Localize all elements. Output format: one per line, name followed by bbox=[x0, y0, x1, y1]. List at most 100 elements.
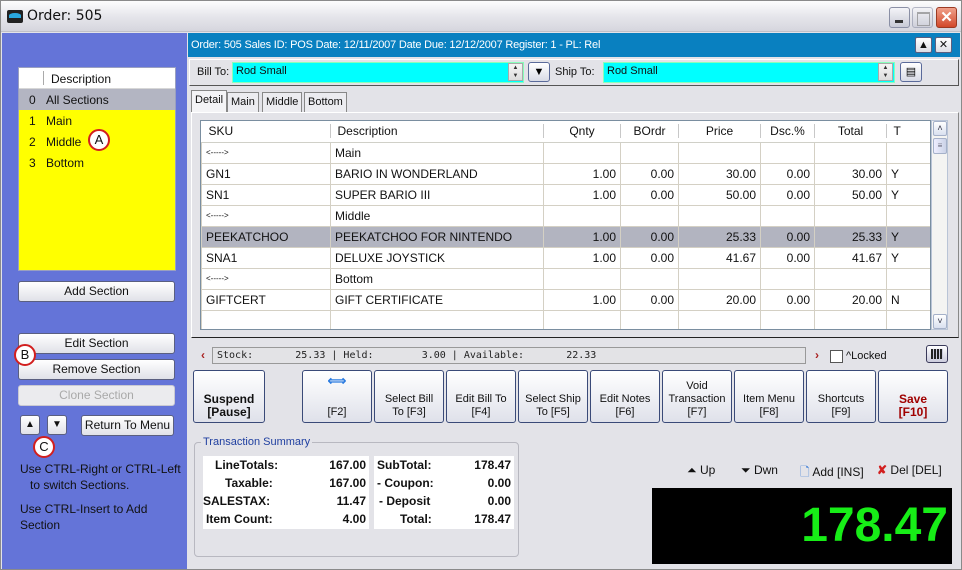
column-header-description[interactable]: Description bbox=[330, 121, 544, 143]
bill-to-field[interactable]: Rod Small bbox=[232, 62, 524, 83]
move-section-up-button[interactable]: ▲ bbox=[20, 415, 40, 435]
cell-discount[interactable]: 0.00 bbox=[760, 225, 815, 248]
cell-description[interactable]: GIFT CERTIFICATE bbox=[330, 288, 544, 311]
cell-discount[interactable]: 0.00 bbox=[760, 162, 815, 185]
cell-bordr[interactable] bbox=[620, 267, 679, 290]
cell-qnty[interactable]: 1.00 bbox=[543, 162, 621, 185]
cell-discount[interactable] bbox=[760, 204, 815, 227]
cell-total[interactable]: 41.67 bbox=[814, 246, 887, 269]
cell-qnty[interactable] bbox=[543, 204, 621, 227]
cell-sku[interactable]: PEEKATCHOO bbox=[201, 225, 331, 248]
select-ship-to-button[interactable]: Select Ship To [F5] bbox=[518, 370, 588, 423]
cell-price[interactable]: 20.00 bbox=[678, 288, 761, 311]
add-section-button[interactable]: Add Section bbox=[18, 281, 175, 302]
cell-discount[interactable] bbox=[760, 309, 815, 329]
cell-discount[interactable] bbox=[760, 267, 815, 290]
section-item-all[interactable]: 0 All Sections bbox=[19, 89, 175, 110]
cell-sku[interactable] bbox=[201, 309, 331, 329]
cell-description[interactable]: BARIO IN WONDERLAND bbox=[330, 162, 544, 185]
cell-description[interactable] bbox=[330, 309, 544, 329]
cell-bordr[interactable] bbox=[620, 309, 679, 329]
cell-discount[interactable]: 0.00 bbox=[760, 288, 815, 311]
cell-description[interactable]: PEEKATCHOO FOR NINTENDO bbox=[330, 225, 544, 248]
table-row[interactable]: GN1 BARIO IN WONDERLAND 1.00 0.00 30.00 0.00 3… bbox=[201, 162, 930, 185]
scroll-thumb[interactable]: ≡ bbox=[933, 138, 947, 154]
cell-description[interactable]: DELUXE JOYSTICK bbox=[330, 246, 544, 269]
cell-bordr[interactable]: 0.00 bbox=[620, 162, 679, 185]
cell-taxable[interactable] bbox=[886, 141, 930, 164]
cell-bordr[interactable] bbox=[620, 204, 679, 227]
section-separator-row[interactable]: <-----> Middle bbox=[201, 204, 930, 227]
cell-sku[interactable]: <-----> bbox=[201, 204, 331, 227]
cell-taxable[interactable]: Y bbox=[886, 246, 930, 269]
select-bill-to-button[interactable]: Select Bill To [F3] bbox=[374, 370, 444, 423]
cell-qnty[interactable]: 1.00 bbox=[543, 183, 621, 206]
cell-taxable[interactable]: Y bbox=[886, 225, 930, 248]
ship-to-field[interactable]: Rod Small bbox=[603, 62, 895, 83]
cell-total[interactable]: 20.00 bbox=[814, 288, 887, 311]
cell-taxable[interactable] bbox=[886, 267, 930, 290]
edit-section-button[interactable]: Edit Section bbox=[18, 333, 175, 354]
close-window-button[interactable]: ✕ bbox=[936, 7, 957, 28]
address-lookup-button[interactable]: ▤ bbox=[900, 62, 922, 82]
cell-qnty[interactable] bbox=[543, 141, 621, 164]
move-line-down-control[interactable]: ⏷ Dwn bbox=[741, 463, 778, 478]
move-line-up-control[interactable]: ⏶ Up bbox=[687, 463, 715, 478]
column-header-total[interactable]: Total bbox=[814, 121, 887, 143]
table-row[interactable]: GIFTCERT GIFT CERTIFICATE 1.00 0.00 20.00 0.0… bbox=[201, 288, 930, 311]
stock-prev-arrow[interactable]: ‹ bbox=[201, 348, 205, 362]
item-menu-button[interactable]: Item Menu [F8] bbox=[734, 370, 804, 423]
column-header-bordr[interactable]: BOrdr bbox=[620, 121, 679, 143]
grid-scrollbar[interactable]: ˄ ≡ ˅ bbox=[931, 120, 948, 330]
cell-taxable[interactable]: Y bbox=[886, 183, 930, 206]
section-separator-row[interactable]: <-----> Main bbox=[201, 141, 930, 164]
column-header-qnty[interactable]: Qnty bbox=[543, 121, 621, 143]
table-row[interactable]: SN1 SUPER BARIO III 1.00 0.00 50.00 0.00 50.00… bbox=[201, 183, 930, 206]
cell-qnty[interactable] bbox=[543, 309, 621, 329]
cell-price[interactable] bbox=[678, 141, 761, 164]
cell-sku[interactable]: <-----> bbox=[201, 141, 331, 164]
cell-qnty[interactable] bbox=[543, 267, 621, 290]
return-to-menu-button[interactable]: Return To Menu bbox=[81, 415, 174, 436]
cell-total[interactable] bbox=[814, 309, 887, 329]
copy-bill-to-ship-button[interactable]: ▼ bbox=[528, 62, 550, 82]
section-item-bottom[interactable]: 3 Bottom bbox=[19, 152, 175, 173]
add-line-control[interactable]: 🗋 Add [INS] bbox=[800, 463, 864, 484]
remove-section-button[interactable]: Remove Section bbox=[18, 359, 175, 380]
cell-bordr[interactable]: 0.00 bbox=[620, 183, 679, 206]
bill-to-spinner[interactable]: ▲ ▼ bbox=[508, 63, 523, 81]
cell-description[interactable]: Bottom bbox=[330, 267, 544, 290]
edit-notes-button[interactable]: Edit Notes [F6] bbox=[590, 370, 660, 423]
cell-sku[interactable]: <-----> bbox=[201, 267, 331, 290]
cell-total[interactable]: 30.00 bbox=[814, 162, 887, 185]
minimize-button[interactable] bbox=[889, 7, 910, 28]
cell-total[interactable]: 25.33 bbox=[814, 225, 887, 248]
cell-total[interactable]: 50.00 bbox=[814, 183, 887, 206]
cell-description[interactable]: Middle bbox=[330, 204, 544, 227]
cell-price[interactable] bbox=[678, 267, 761, 290]
cell-price[interactable]: 41.67 bbox=[678, 246, 761, 269]
locked-checkbox[interactable] bbox=[830, 350, 843, 363]
collapse-button[interactable]: ▲ bbox=[915, 37, 932, 53]
cell-bordr[interactable]: 0.00 bbox=[620, 246, 679, 269]
cell-bordr[interactable] bbox=[620, 141, 679, 164]
section-item-main[interactable]: 1 Main bbox=[19, 110, 175, 131]
cell-description[interactable]: SUPER BARIO III bbox=[330, 183, 544, 206]
cell-taxable[interactable]: Y bbox=[886, 162, 930, 185]
cell-price[interactable]: 50.00 bbox=[678, 183, 761, 206]
table-row[interactable]: SNA1 DELUXE JOYSTICK 1.00 0.00 41.67 0.00 41.6… bbox=[201, 246, 930, 269]
cell-bordr[interactable]: 0.00 bbox=[620, 225, 679, 248]
f2-swap-button[interactable]: ⟺ [F2] bbox=[302, 370, 372, 423]
close-panel-button[interactable]: ✕ bbox=[935, 37, 952, 53]
cell-total[interactable] bbox=[814, 141, 887, 164]
table-row[interactable]: PEEKATCHOO PEEKATCHOO FOR NINTENDO 1.00 0.0… bbox=[201, 225, 930, 248]
delete-line-control[interactable]: ✘ Del [DEL] bbox=[877, 463, 942, 477]
cell-sku[interactable]: SN1 bbox=[201, 183, 331, 206]
save-button[interactable]: Save [F10] bbox=[878, 370, 948, 423]
tab-bottom[interactable]: Bottom bbox=[304, 92, 347, 112]
cell-qnty[interactable]: 1.00 bbox=[543, 246, 621, 269]
void-transaction-button[interactable]: Void Transaction [F7] bbox=[662, 370, 732, 423]
cell-taxable[interactable] bbox=[886, 309, 930, 329]
move-section-down-button[interactable]: ▼ bbox=[47, 415, 67, 435]
section-separator-row[interactable]: <-----> Bottom bbox=[201, 267, 930, 290]
